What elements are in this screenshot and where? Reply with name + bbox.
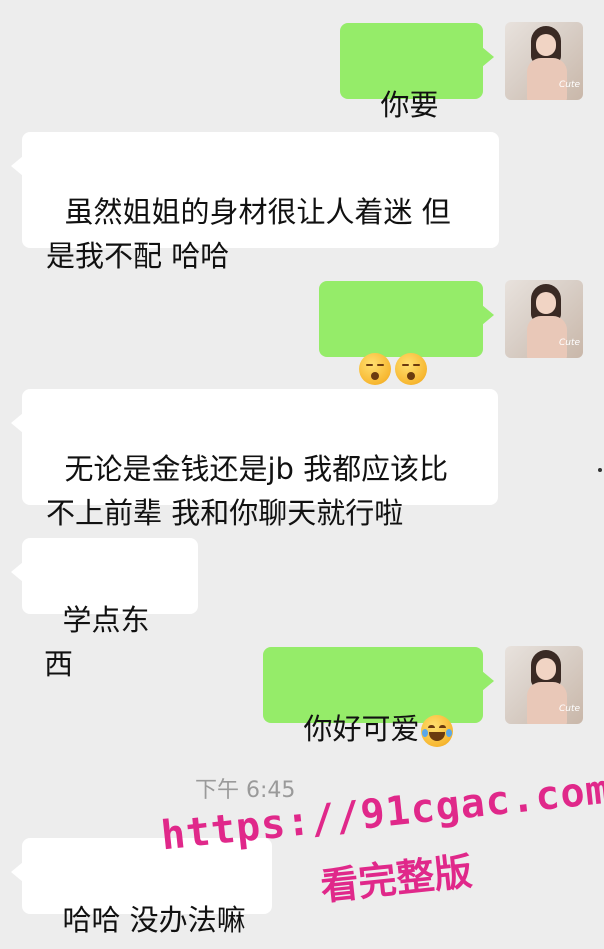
- incoming-message-bubble[interactable]: 无论是金钱还是jb 我都应该比 不上前辈 我和你聊天就行啦: [11, 389, 498, 530]
- outgoing-message-bubble[interactable]: 你要吗: [340, 23, 494, 166]
- message-text: 你好可爱: [303, 712, 420, 746]
- tears-of-joy-icon: [421, 715, 454, 747]
- cursor-dot: [598, 468, 602, 472]
- kissing-face-icon: [395, 353, 428, 385]
- timestamp: 下午 6:45: [195, 778, 296, 803]
- outgoing-message-bubble[interactable]: [319, 281, 494, 429]
- avatar[interactable]: Cute: [505, 22, 583, 100]
- message-text: 哈哈 没办法嘛: [62, 903, 246, 937]
- kissing-face-icon: [359, 353, 392, 385]
- incoming-message-bubble[interactable]: 虽然姐姐的身材很让人着迷 但 是我不配 哈哈: [11, 132, 499, 273]
- outgoing-message-bubble[interactable]: 你好可爱: [263, 647, 494, 747]
- watermark-subtitle: 看完整版: [318, 849, 475, 909]
- avatar[interactable]: Cute: [505, 646, 583, 724]
- message-text: 无论是金钱还是jb 我都应该比 不上前辈 我和你聊天就行啦: [46, 452, 449, 530]
- incoming-message-bubble[interactable]: 学点东西: [11, 538, 198, 681]
- message-text: 学点东西: [44, 603, 150, 681]
- message-text: 虽然姐姐的身材很让人着迷 但 是我不配 哈哈: [46, 195, 451, 273]
- avatar[interactable]: Cute: [505, 280, 583, 358]
